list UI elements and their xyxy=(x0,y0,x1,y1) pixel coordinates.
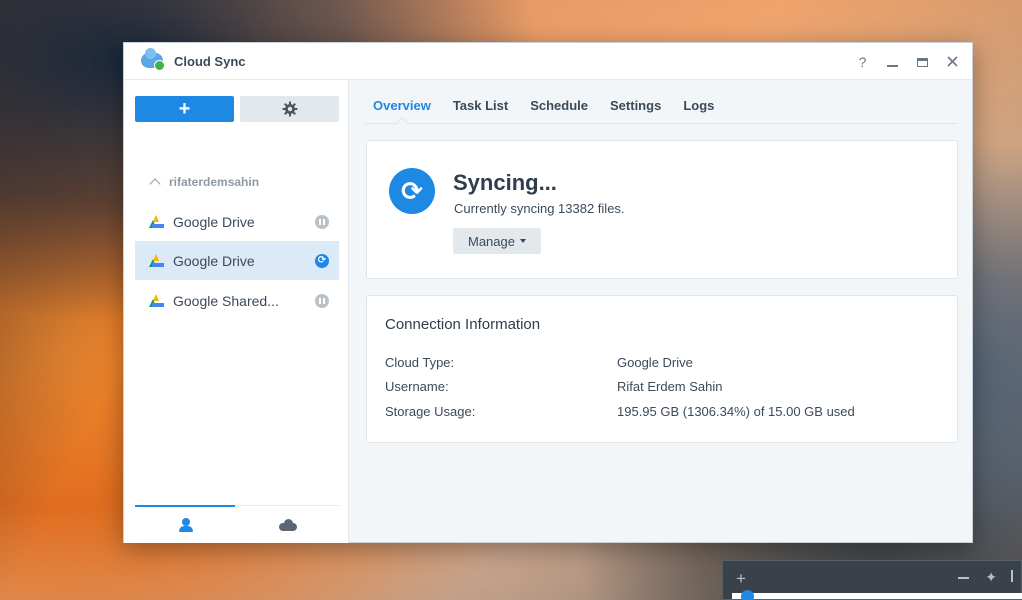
tab-overview[interactable]: Overview xyxy=(373,88,431,123)
dock-content-bar xyxy=(732,593,1022,599)
settings-button[interactable] xyxy=(240,96,339,122)
info-value: Google Drive xyxy=(617,355,693,370)
tab-task-list[interactable]: Task List xyxy=(453,88,508,123)
pause-status-icon xyxy=(315,294,329,308)
cloud-tab[interactable] xyxy=(237,506,339,543)
dock-minimize-icon[interactable] xyxy=(958,577,969,579)
user-tab[interactable] xyxy=(135,505,237,543)
maximize-button[interactable] xyxy=(917,55,928,69)
google-drive-icon xyxy=(149,215,164,228)
gear-icon xyxy=(282,101,297,117)
maximize-icon xyxy=(917,57,928,67)
sync-status-title: Syncing... xyxy=(453,170,557,195)
syncing-icon: ⟳ xyxy=(389,168,435,214)
caret-down-icon xyxy=(519,239,526,243)
pin-icon[interactable]: ✦ xyxy=(985,569,997,586)
sync-status-subtitle: Currently syncing 13382 files. xyxy=(454,201,625,216)
manage-label: Manage xyxy=(468,233,515,249)
account-header[interactable]: rifaterdemsahin xyxy=(149,175,260,190)
connection-info-card: Connection Information Cloud Type: Googl… xyxy=(366,295,958,443)
manage-dropdown-button[interactable]: Manage xyxy=(453,228,541,254)
pause-status-icon xyxy=(315,215,329,229)
dock-add-button[interactable]: + xyxy=(736,569,746,589)
task-label: Google Shared... xyxy=(173,292,279,309)
close-button[interactable] xyxy=(947,55,958,69)
add-task-button[interactable]: + xyxy=(135,96,234,122)
cloud-icon xyxy=(279,518,297,531)
tab-schedule[interactable]: Schedule xyxy=(530,88,588,123)
title-bar[interactable]: Cloud Sync ? xyxy=(124,43,972,80)
cloud-sync-app-icon xyxy=(141,48,165,72)
dock-status-dot xyxy=(741,590,754,600)
main-panel: Overview Task List Schedule Settings Log… xyxy=(350,80,972,543)
help-button[interactable]: ? xyxy=(857,55,868,69)
dock-edge-icon xyxy=(1011,570,1019,582)
task-item-google-shared[interactable]: Google Shared... xyxy=(135,281,339,320)
sync-status-icon: ⟳ xyxy=(315,254,329,268)
sync-status-card: ⟳ Syncing... Currently syncing 13382 fil… xyxy=(366,140,958,279)
task-item-google-drive-2[interactable]: Google Drive ⟳ xyxy=(135,241,339,280)
sidebar-bottom-tabs xyxy=(135,505,339,543)
task-label: Google Drive xyxy=(173,213,255,230)
connection-info-title: Connection Information xyxy=(385,316,541,333)
background-window[interactable]: + ✦ xyxy=(722,560,1022,600)
minimize-icon xyxy=(887,64,898,67)
info-key: Username: xyxy=(385,379,449,394)
close-icon xyxy=(947,55,958,67)
user-icon xyxy=(178,517,194,532)
info-value: Rifat Erdem Sahin xyxy=(617,379,723,394)
sidebar: + rifaterdemsahin Google Drive Google Dr… xyxy=(124,80,349,543)
info-key: Cloud Type: xyxy=(385,355,455,370)
window-title: Cloud Sync xyxy=(174,53,246,69)
info-key: Storage Usage: xyxy=(385,404,476,419)
minimize-button[interactable] xyxy=(887,55,898,69)
tab-logs[interactable]: Logs xyxy=(683,88,714,123)
tab-bar: Overview Task List Schedule Settings Log… xyxy=(365,88,957,124)
tab-settings[interactable]: Settings xyxy=(610,88,661,123)
google-drive-icon xyxy=(149,294,164,307)
cloud-sync-window: Cloud Sync ? + rifaterdemsahin Google Dr… xyxy=(123,42,973,543)
task-item-google-drive-1[interactable]: Google Drive xyxy=(135,202,339,241)
task-label: Google Drive xyxy=(173,252,255,269)
info-value: 195.95 GB (1306.34%) of 15.00 GB used xyxy=(617,404,855,419)
chevron-up-icon xyxy=(149,178,161,190)
google-drive-icon xyxy=(149,254,164,267)
account-name: rifaterdemsahin xyxy=(169,175,260,189)
